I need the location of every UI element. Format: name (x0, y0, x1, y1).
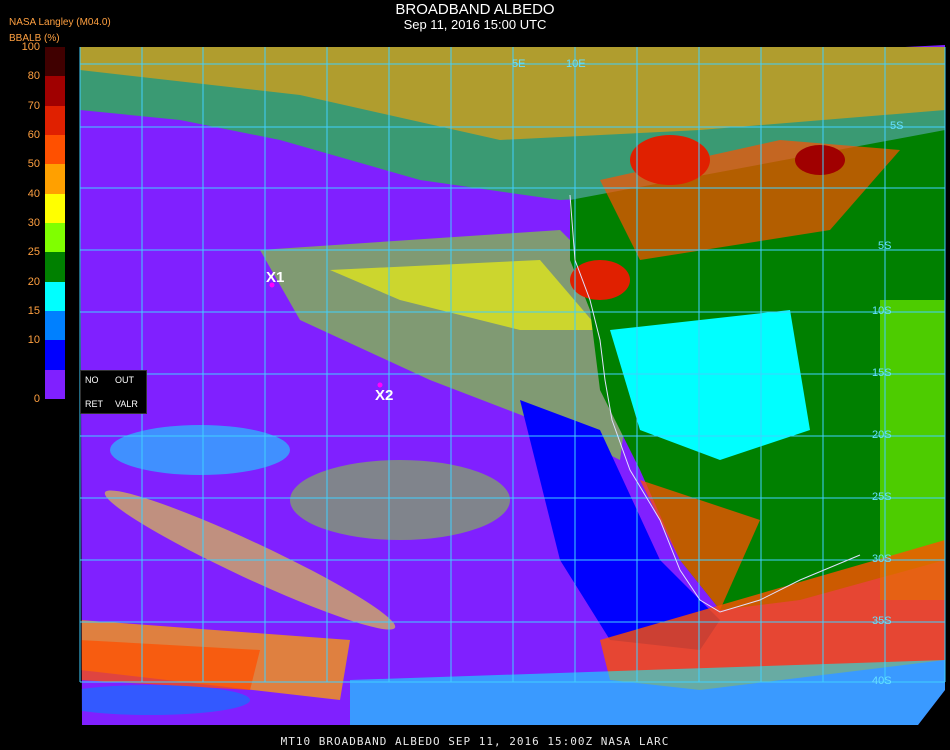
color-scale-swatch (45, 340, 65, 371)
footer-caption: MT10 BROADBAND ALBEDO SEP 11, 2016 15:00… (280, 735, 670, 748)
color-scale-tick: 70 (27, 99, 40, 112)
legend-box: NO OUT RET VALR (80, 370, 147, 414)
albedo-field (80, 45, 945, 725)
legend-valr: VALR (115, 399, 138, 409)
lon-label: 10E (566, 58, 586, 70)
color-scale-tick: 60 (27, 129, 40, 141)
color-scale-swatch (45, 47, 65, 77)
color-scale-tick: 80 (27, 70, 40, 83)
color-scale-swatch (45, 311, 65, 341)
lat-label: 5S (878, 240, 892, 252)
color-scale-swatch (45, 135, 65, 165)
color-scale-swatch (45, 252, 65, 283)
color-scale-tick: 30 (27, 217, 40, 229)
legend-no: NO (85, 375, 99, 385)
lat-label: 40S (872, 675, 892, 687)
color-scale-swatch (45, 76, 65, 107)
color-scale-swatch (45, 105, 65, 136)
legend-out: OUT (115, 375, 134, 385)
color-scale-tick: 40 (27, 187, 40, 200)
lon-label: 5E (512, 58, 526, 70)
color-scale-tick: 50 (27, 158, 40, 171)
color-scale-swatch (45, 281, 65, 312)
lat-label: 20S (872, 429, 892, 441)
lat-label: 15S (872, 367, 892, 379)
color-scale-tick: 20 (27, 275, 40, 288)
color-scale-bar (45, 47, 65, 400)
color-scale-swatch (45, 164, 65, 195)
marker-x1-label: X1 (266, 269, 285, 286)
lat-label: 35S (872, 615, 892, 627)
lat-label: 25S (872, 491, 892, 503)
lat-label: 30S (872, 553, 892, 565)
color-scale-tick: 10 (27, 334, 40, 347)
color-scale-tick: 100 (21, 41, 40, 53)
color-scale-swatch (45, 193, 65, 224)
marker-x2-label: X2 (375, 387, 394, 404)
legend-ret: RET (85, 399, 103, 409)
lat-label: 10S (872, 305, 892, 317)
color-scale-swatch (45, 369, 65, 400)
color-scale-swatch (45, 223, 65, 253)
color-scale-tick: 0 (33, 393, 40, 405)
color-scale-tick: 25 (27, 246, 40, 259)
color-scale-tick: 15 (27, 305, 40, 317)
lat-label: 5S (890, 120, 904, 132)
